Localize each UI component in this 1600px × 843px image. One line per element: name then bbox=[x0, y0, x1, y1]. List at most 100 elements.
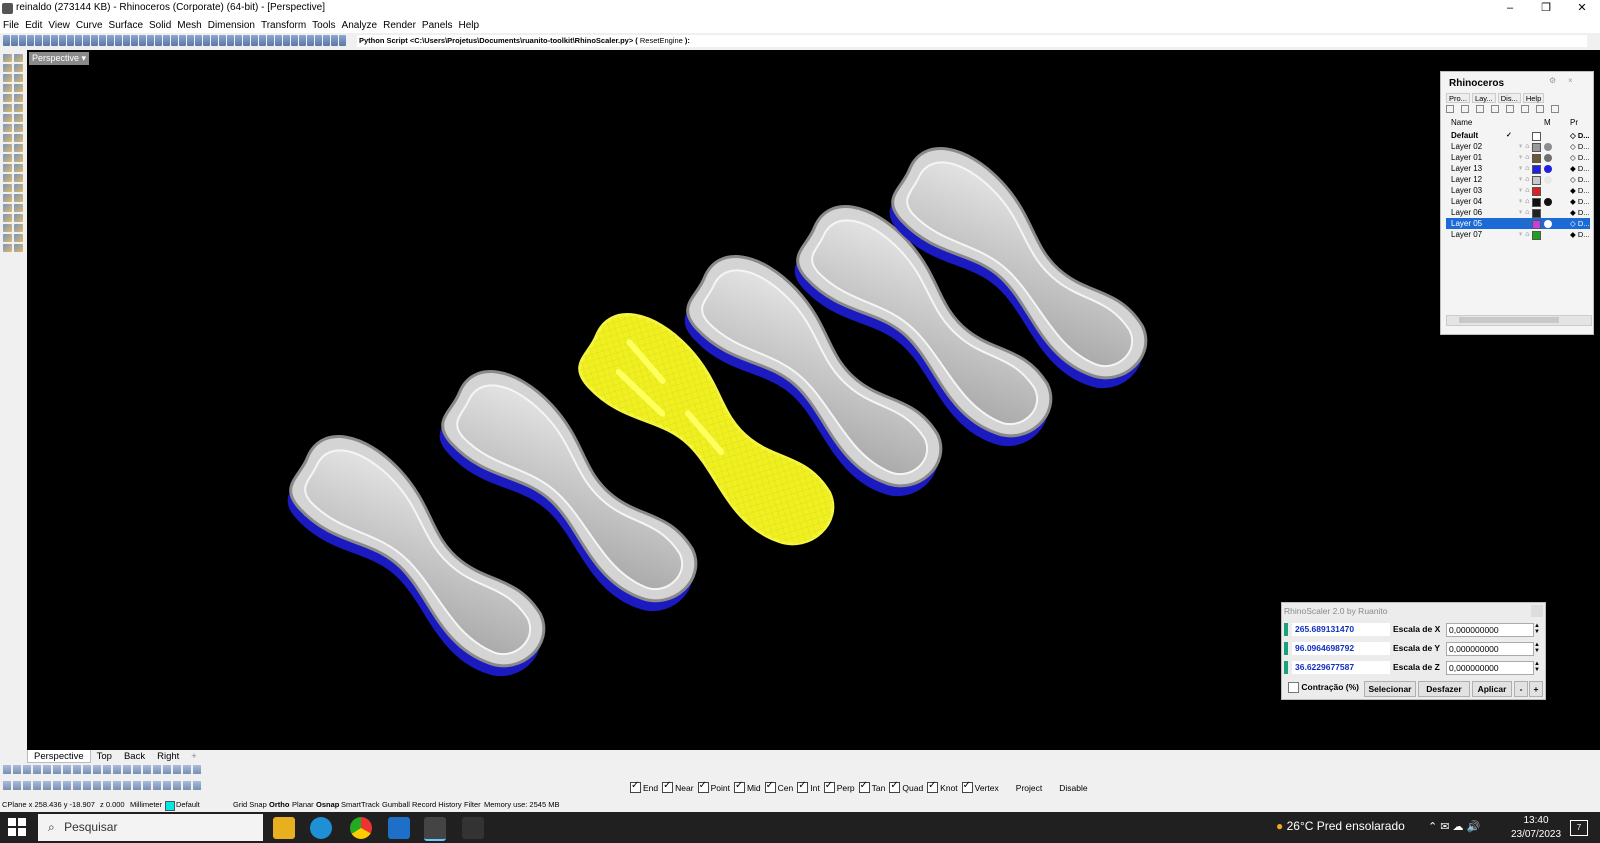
layer-color-swatch[interactable] bbox=[1532, 187, 1541, 196]
contraction-checkbox[interactable]: Contração (%) bbox=[1288, 682, 1359, 694]
file-explorer-icon[interactable] bbox=[273, 817, 295, 839]
osnap-disable[interactable]: Disable bbox=[1046, 782, 1087, 793]
menu-view[interactable]: View bbox=[45, 20, 73, 31]
scale-y-spinner[interactable]: ▲ ▼ bbox=[1533, 642, 1541, 655]
tab-layers[interactable]: Lay... bbox=[1471, 93, 1496, 103]
osnap-checkbox[interactable] bbox=[961, 780, 973, 793]
material-icon[interactable] bbox=[1544, 198, 1552, 206]
layer-row[interactable]: Default ✓ ◇ D... bbox=[1446, 130, 1590, 141]
clock[interactable]: 13:40 23/07/2023 bbox=[1501, 814, 1571, 842]
add-viewport-tab[interactable]: + bbox=[185, 750, 203, 763]
scrollbar-thumb[interactable] bbox=[1459, 317, 1559, 323]
toggle-osnap[interactable]: Osnap bbox=[316, 799, 339, 811]
menu-transform[interactable]: Transform bbox=[258, 20, 309, 31]
tab-properties[interactable]: Pro... bbox=[1446, 93, 1470, 103]
weather-widget[interactable]: ● 26°C Pred ensolarado bbox=[1276, 819, 1405, 833]
new-sublayer-icon[interactable] bbox=[1461, 105, 1469, 113]
units[interactable]: Millimeter bbox=[130, 799, 162, 811]
print-color[interactable]: ◆ D... bbox=[1570, 163, 1590, 174]
material-icon[interactable] bbox=[1544, 165, 1552, 173]
tab-right[interactable]: Right bbox=[151, 750, 185, 763]
layer-row[interactable]: Layer 13 ♀ ⌂ ◆ D... bbox=[1446, 163, 1590, 174]
layer-visibility-icons[interactable]: ♀ ⌂ bbox=[1518, 141, 1529, 152]
tab-perspective[interactable]: Perspective bbox=[27, 750, 91, 763]
print-color[interactable]: ◇ D... bbox=[1570, 141, 1590, 152]
menu-mesh[interactable]: Mesh bbox=[174, 20, 204, 31]
scale-x-spinner[interactable]: ▲ ▼ bbox=[1533, 623, 1541, 636]
layer-visibility-icons[interactable] bbox=[1518, 130, 1524, 141]
layer-row[interactable]: Layer 05 ♀ ⌂ ◇ D... bbox=[1446, 218, 1590, 229]
layer-color-swatch[interactable] bbox=[1532, 132, 1541, 141]
material-icon[interactable] bbox=[1544, 220, 1552, 228]
gear-icon[interactable]: ⚙ bbox=[1549, 76, 1556, 85]
toolbar-icons[interactable] bbox=[3, 35, 353, 47]
osnap-end[interactable]: End bbox=[630, 780, 658, 793]
osnap-vertex[interactable]: Vertex bbox=[961, 780, 999, 793]
tab-display[interactable]: Dis... bbox=[1497, 93, 1521, 103]
settings-icon[interactable] bbox=[1551, 105, 1559, 113]
menu-file[interactable]: File bbox=[0, 20, 22, 31]
move-up-icon[interactable] bbox=[1491, 105, 1499, 113]
tray-icons[interactable]: ⌃ ✉ ☁ 🔊 bbox=[1428, 820, 1480, 833]
layer-color-swatch[interactable] bbox=[1532, 154, 1541, 163]
taskbar-search[interactable]: ⌕ Pesquisar bbox=[38, 814, 263, 841]
checkbox-box[interactable] bbox=[1288, 682, 1299, 694]
col-name[interactable]: Name bbox=[1451, 118, 1472, 127]
scale-z-input[interactable]: 0,000000000 bbox=[1446, 661, 1534, 675]
col-material[interactable]: M bbox=[1544, 118, 1551, 127]
toggle-grid-snap[interactable]: Grid Snap bbox=[233, 799, 267, 811]
osnap-checkbox[interactable] bbox=[1003, 782, 1014, 793]
edge-icon[interactable] bbox=[310, 817, 332, 839]
layer-row[interactable]: Layer 12 ♀ ⌂ ◇ D... bbox=[1446, 174, 1590, 185]
print-color[interactable]: ◇ D... bbox=[1570, 218, 1590, 229]
maximize-button[interactable]: ❐ bbox=[1528, 0, 1564, 17]
col-print[interactable]: Pr bbox=[1570, 118, 1578, 127]
menu-panels[interactable]: Panels bbox=[419, 20, 456, 31]
menu-analyze[interactable]: Analyze bbox=[339, 20, 381, 31]
layer-row[interactable]: Layer 03 ♀ ⌂ ◆ D... bbox=[1446, 185, 1590, 196]
layer-row[interactable]: Layer 07 ♀ ⌂ ◆ D... bbox=[1446, 229, 1590, 240]
tab-back[interactable]: Back bbox=[118, 750, 151, 763]
osnap-quad[interactable]: Quad bbox=[889, 780, 923, 793]
toggle-record-history[interactable]: Record History bbox=[412, 799, 462, 811]
viewport-label[interactable]: Perspective ▾ bbox=[29, 52, 90, 65]
layer-visibility-icons[interactable]: ♀ ⌂ bbox=[1518, 207, 1529, 218]
osnap-project[interactable]: Project bbox=[1003, 782, 1042, 793]
osnap-int[interactable]: Int bbox=[797, 780, 820, 793]
osnap-point[interactable]: Point bbox=[697, 780, 730, 793]
notifications-icon[interactable]: 7 bbox=[1570, 820, 1588, 836]
select-button[interactable]: Selecionar bbox=[1364, 681, 1416, 697]
layer-color-swatch[interactable] bbox=[1532, 220, 1541, 229]
layer-color-swatch[interactable] bbox=[1532, 165, 1541, 174]
osnap-checkbox[interactable] bbox=[662, 780, 674, 793]
layer-visibility-icons[interactable]: ♀ ⌂ bbox=[1518, 196, 1529, 207]
osnap-checkbox[interactable] bbox=[858, 780, 870, 793]
osnap-checkbox[interactable] bbox=[733, 780, 745, 793]
menu-render[interactable]: Render bbox=[380, 20, 419, 31]
layer-visibility-icons[interactable]: ♀ ⌂ bbox=[1518, 174, 1529, 185]
osnap-near[interactable]: Near bbox=[662, 780, 694, 793]
menu-curve[interactable]: Curve bbox=[73, 20, 106, 31]
print-color[interactable]: ◆ D... bbox=[1570, 185, 1590, 196]
close-icon[interactable]: × bbox=[1568, 76, 1573, 85]
minus-button[interactable]: - bbox=[1514, 681, 1528, 697]
toggle-filter[interactable]: Filter bbox=[464, 799, 481, 811]
print-color[interactable]: ◆ D... bbox=[1570, 196, 1590, 207]
osnap-checkbox[interactable] bbox=[889, 780, 901, 793]
layer-visibility-icons[interactable]: ♀ ⌂ bbox=[1518, 218, 1529, 229]
layer-visibility-icons[interactable]: ♀ ⌂ bbox=[1518, 185, 1529, 196]
layer-visibility-icons[interactable]: ♀ ⌂ bbox=[1518, 229, 1529, 240]
layer-row[interactable]: Layer 04 ♀ ⌂ ◆ D... bbox=[1446, 196, 1590, 207]
new-layer-icon[interactable] bbox=[1446, 105, 1454, 113]
minimize-button[interactable]: – bbox=[1492, 0, 1528, 17]
menu-surface[interactable]: Surface bbox=[106, 20, 146, 31]
print-color[interactable]: ◆ D... bbox=[1570, 207, 1590, 218]
whiteboard-icon[interactable] bbox=[388, 817, 410, 839]
toolbar-row-3[interactable] bbox=[3, 779, 203, 793]
tab-help[interactable]: Help bbox=[1522, 93, 1545, 103]
osnap-checkbox[interactable] bbox=[927, 780, 939, 793]
windows-start-icon[interactable] bbox=[8, 818, 26, 836]
close-button[interactable]: ✕ bbox=[1564, 0, 1600, 17]
tab-top[interactable]: Top bbox=[91, 750, 118, 763]
material-icon[interactable] bbox=[1544, 143, 1552, 151]
